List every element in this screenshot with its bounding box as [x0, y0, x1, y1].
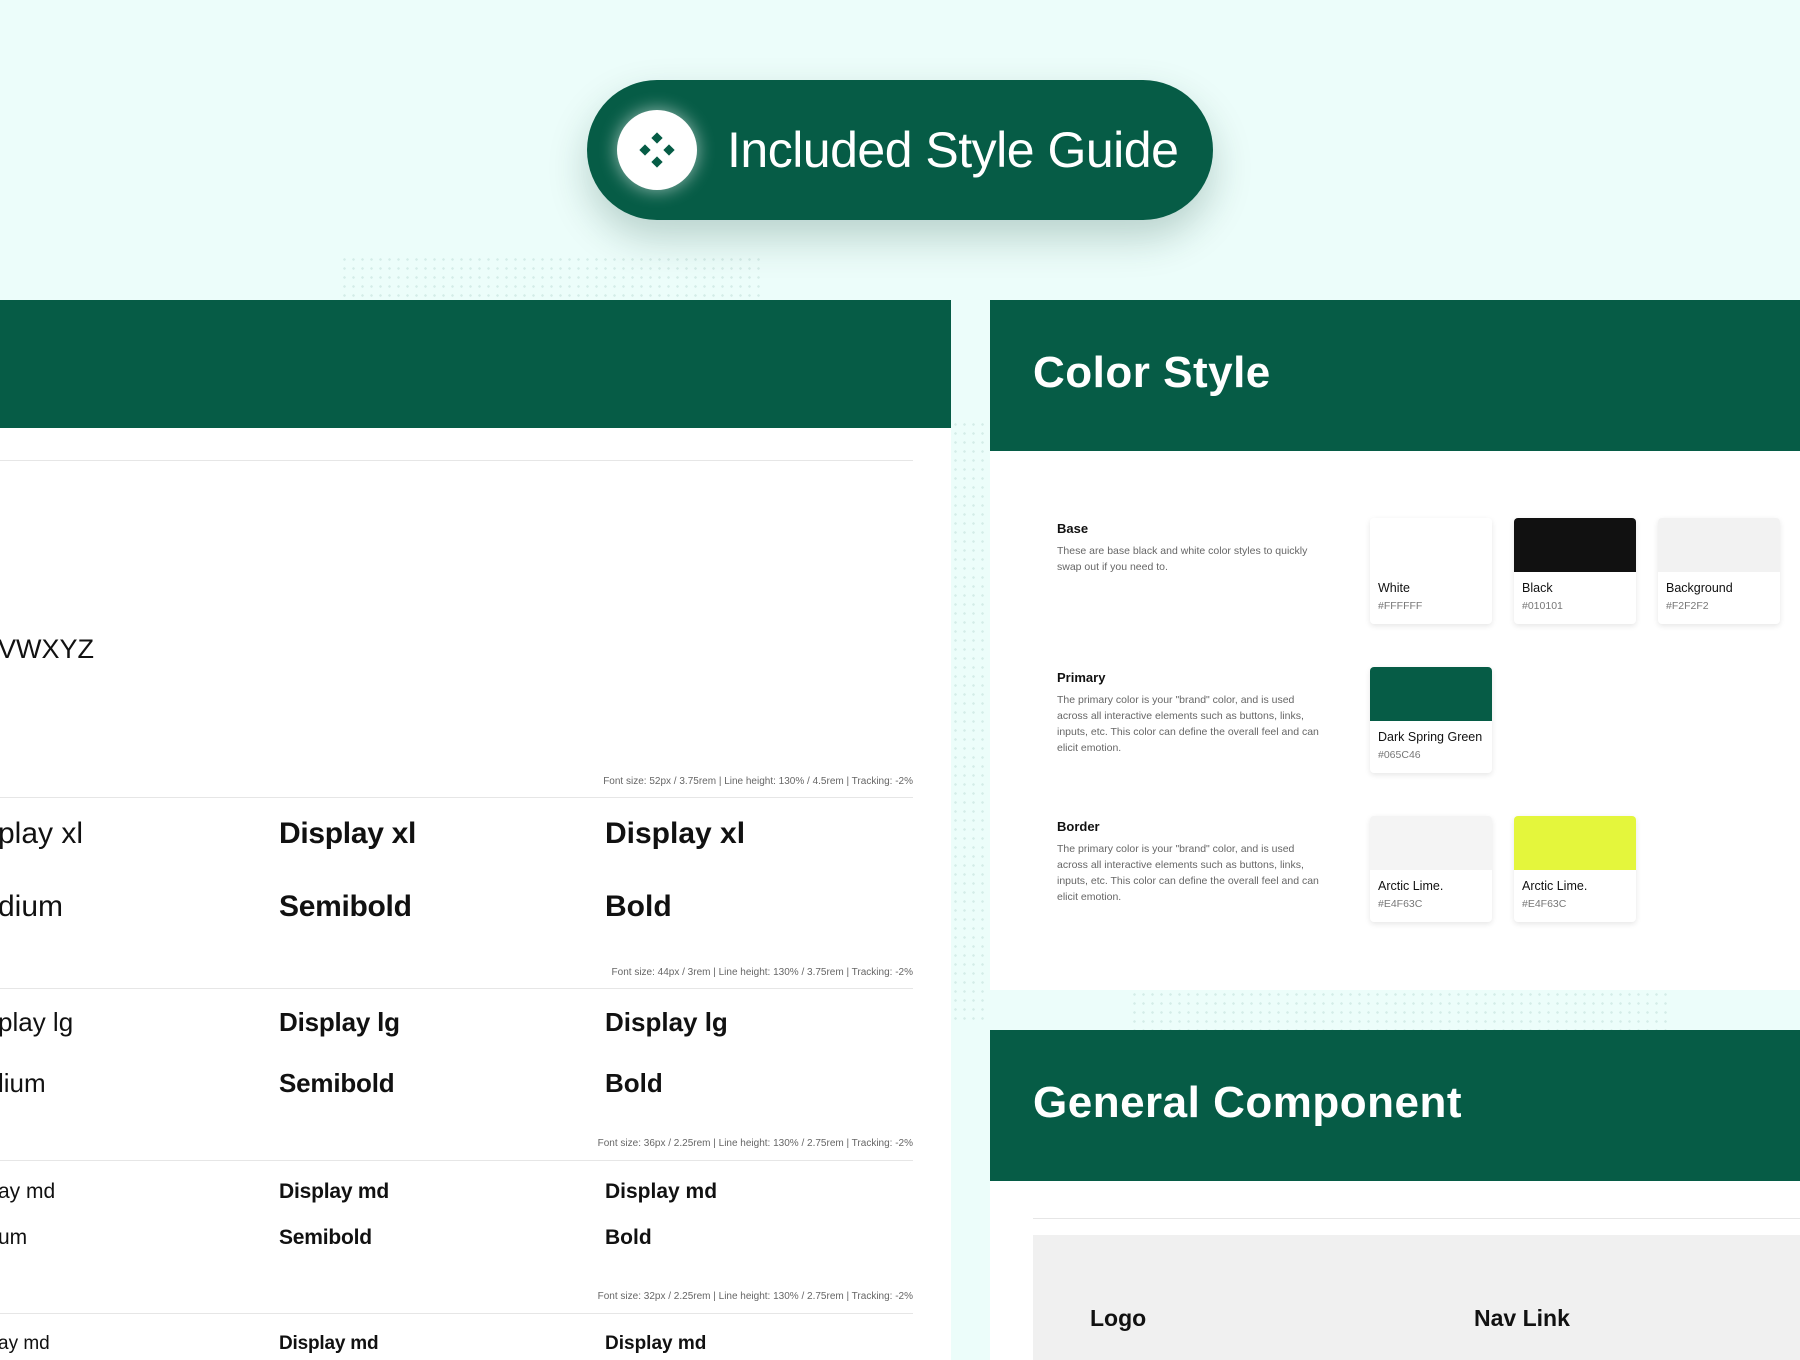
swatch-color-block: [1514, 816, 1636, 870]
banner-icon-badge: [617, 110, 697, 190]
display-md-semibold-weight: Semibold: [279, 1226, 372, 1249]
divider: [1033, 1218, 1800, 1219]
swatch-black[interactable]: Black #010101: [1514, 518, 1636, 624]
display-md-small-medium-name: ay md: [0, 1333, 50, 1354]
font-spec-md-small: Font size: 32px / 2.25rem | Line height:…: [597, 1291, 913, 1302]
display-xl-medium-weight: dium: [0, 890, 64, 923]
display-xl-bold-weight: Bold: [605, 890, 672, 923]
group-description-primary: The primary color is your "brand" color,…: [1057, 694, 1319, 754]
group-name-border: Border: [1057, 819, 1100, 834]
swatch-color-block: [1370, 667, 1492, 721]
swatch-color-block: [1370, 518, 1492, 572]
display-lg-bold-name: Display lg: [605, 1007, 728, 1037]
group-name-primary: Primary: [1057, 670, 1106, 685]
swatch-hex: #F2F2F2: [1666, 600, 1709, 612]
display-md-bold-name: Display md: [605, 1180, 718, 1203]
swatch-name: White: [1378, 581, 1410, 595]
swatch-name: Background: [1666, 581, 1733, 595]
general-component-panel: General Component Logo Nav Link: [990, 1030, 1800, 1360]
display-xl-medium-name: play xl: [0, 817, 84, 850]
group-name-base: Base: [1057, 521, 1089, 536]
display-md-medium-name: ay md: [0, 1180, 56, 1203]
swatch-name: Black: [1522, 581, 1553, 595]
swatch-arctic-lime-light[interactable]: Arctic Lime. #E4F63C: [1370, 816, 1492, 922]
color-style-header: Color Style: [990, 300, 1800, 451]
alphabet-sample: VWXYZ: [0, 634, 95, 664]
swatch-name: Arctic Lime.: [1522, 879, 1588, 893]
swatch-name: Arctic Lime.: [1378, 879, 1444, 893]
typography-panel: VWXYZ Font size: 52px / 3.75rem | Line h…: [0, 300, 951, 1360]
swatch-color-block: [1370, 816, 1492, 870]
group-description-border: The primary color is your "brand" color,…: [1057, 843, 1319, 903]
swatch-arctic-lime[interactable]: Arctic Lime. #E4F63C: [1514, 816, 1636, 922]
display-md-semibold-name: Display md: [279, 1180, 390, 1203]
display-xl-bold-name: Display xl: [605, 817, 746, 850]
display-lg-semibold-name: Display lg: [279, 1007, 400, 1037]
dot-texture-top: [340, 255, 760, 305]
font-spec-md: Font size: 36px / 2.25rem | Line height:…: [597, 1138, 913, 1149]
display-md-medium-weight: um: [0, 1226, 28, 1249]
dot-texture-middle: [951, 420, 990, 1020]
divider: [0, 1160, 913, 1161]
swatch-hex: #FFFFFF: [1378, 600, 1423, 612]
group-description-base: These are base black and white color sty…: [1057, 545, 1308, 573]
swatch-background[interactable]: Background #F2F2F2: [1658, 518, 1780, 624]
swatch-hex: #065C46: [1378, 749, 1421, 761]
font-spec-lg: Font size: 44px / 3rem | Line height: 13…: [611, 967, 913, 978]
divider: [0, 460, 913, 461]
style-guide-banner: Included Style Guide: [587, 80, 1213, 220]
swatch-white[interactable]: White #FFFFFF: [1370, 518, 1492, 624]
divider: [0, 1313, 913, 1314]
swatch-name: Dark Spring Green: [1378, 730, 1483, 744]
swatch-dark-spring-green[interactable]: Dark Spring Green #065C46: [1370, 667, 1492, 773]
display-lg-semibold-weight: Semibold: [279, 1068, 395, 1098]
swatch-color-block: [1658, 518, 1780, 572]
display-xl-semibold-name: Display xl: [279, 817, 417, 850]
display-lg-medium-weight: lium: [0, 1068, 46, 1098]
display-md-small-semibold-name: Display md: [279, 1333, 379, 1354]
diamond-grid-icon: [639, 132, 675, 168]
typography-panel-header: [0, 300, 951, 428]
swatch-hex: #E4F63C: [1378, 898, 1423, 910]
navbar-nav-link[interactable]: Nav Link: [1474, 1305, 1570, 1332]
font-spec-xl: Font size: 52px / 3.75rem | Line height:…: [603, 776, 913, 787]
color-style-title: Color Style: [1033, 348, 1271, 397]
swatch-hex: #010101: [1522, 600, 1563, 612]
display-md-small-bold-name: Display md: [605, 1333, 707, 1354]
navbar-preview: Logo Nav Link: [1033, 1235, 1800, 1360]
banner-title: Included Style Guide: [727, 122, 1179, 178]
navbar-logo[interactable]: Logo: [1090, 1305, 1146, 1332]
divider: [0, 797, 913, 798]
general-component-header: General Component: [990, 1030, 1800, 1181]
display-xl-semibold-weight: Semibold: [279, 890, 412, 923]
dot-texture-between: [1130, 990, 1670, 1030]
display-lg-medium-name: play lg: [0, 1007, 74, 1037]
divider: [0, 988, 913, 989]
display-lg-bold-weight: Bold: [605, 1068, 663, 1098]
color-style-panel: Color Style Base These are base black an…: [990, 300, 1800, 990]
swatch-hex: #E4F63C: [1522, 898, 1567, 910]
swatch-color-block: [1514, 518, 1636, 572]
general-component-title: General Component: [1033, 1078, 1462, 1127]
display-md-bold-weight: Bold: [605, 1226, 652, 1249]
